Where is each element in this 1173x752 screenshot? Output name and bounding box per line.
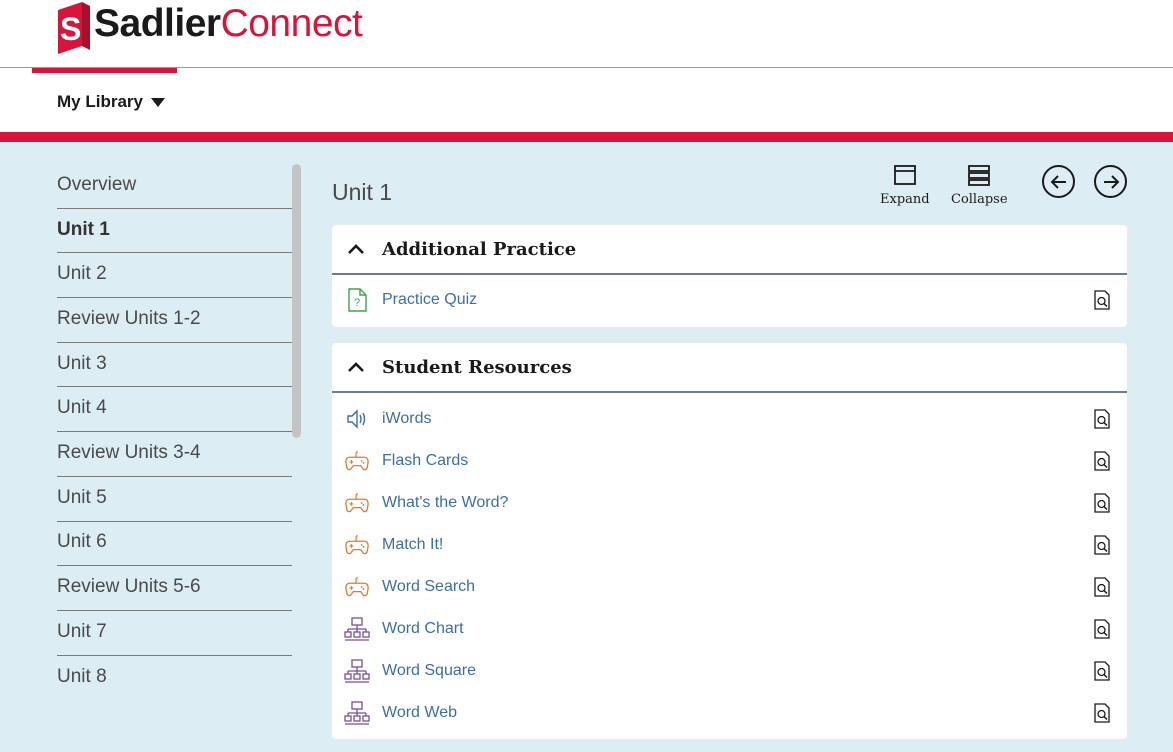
sidebar-item-unit-6[interactable]: Unit 6 bbox=[57, 522, 292, 567]
previous-unit-button[interactable] bbox=[1042, 165, 1075, 198]
sidebar-item-unit-8[interactable]: Unit 8 bbox=[57, 656, 292, 701]
preview-icon[interactable] bbox=[1093, 493, 1111, 513]
preview-icon[interactable] bbox=[1093, 619, 1111, 639]
panel-student-resources: Student Resources iWords Flash Cards Wha… bbox=[332, 343, 1127, 739]
caret-down-icon bbox=[150, 97, 165, 107]
resource-link[interactable]: Word Square bbox=[382, 662, 476, 680]
sidebar-item-overview[interactable]: Overview bbox=[57, 164, 292, 209]
game-controller-icon bbox=[344, 532, 370, 558]
resource-link[interactable]: What's the Word? bbox=[382, 494, 508, 512]
game-controller-icon bbox=[344, 448, 370, 474]
sidebar-item-label: Unit 2 bbox=[57, 263, 107, 285]
org-chart-icon bbox=[344, 658, 370, 684]
preview-icon[interactable] bbox=[1093, 290, 1111, 310]
logo-connect-text: Connect bbox=[220, 2, 363, 45]
chevron-up-icon bbox=[347, 361, 365, 373]
nav-active-indicator bbox=[32, 68, 177, 73]
resource-row: Word Square bbox=[332, 650, 1127, 692]
nav-divider bbox=[0, 132, 1173, 142]
page-title: Unit 1 bbox=[332, 179, 393, 205]
preview-icon[interactable] bbox=[1093, 703, 1111, 723]
resource-row: Word Web bbox=[332, 692, 1127, 734]
sidebar-item-label: Unit 5 bbox=[57, 486, 107, 508]
sidebar-item-label: Unit 4 bbox=[57, 397, 107, 419]
sidebar-item-label: Review Units 1-2 bbox=[57, 307, 201, 329]
sadlier-connect-logo[interactable]: S SadlierConnect bbox=[56, 0, 363, 56]
unit-main: Unit 1 Expand Collapse Additional Practi… bbox=[332, 142, 1127, 752]
resource-link[interactable]: Word Search bbox=[382, 578, 475, 596]
sidebar-item-unit-5[interactable]: Unit 5 bbox=[57, 477, 292, 522]
sadlier-logo-mark-icon: S bbox=[56, 0, 92, 56]
resource-link[interactable]: Match It! bbox=[382, 536, 443, 554]
resource-row: Word Chart bbox=[332, 608, 1127, 650]
svg-text:?: ? bbox=[354, 297, 360, 309]
panel-title: Student Resources bbox=[382, 356, 572, 378]
expand-button[interactable]: Expand bbox=[880, 164, 930, 207]
preview-icon[interactable] bbox=[1093, 409, 1111, 429]
main-nav: My Library bbox=[0, 68, 1173, 132]
preview-icon[interactable] bbox=[1093, 451, 1111, 471]
resource-row: iWords bbox=[332, 398, 1127, 440]
preview-icon[interactable] bbox=[1093, 661, 1111, 681]
game-controller-icon bbox=[344, 574, 370, 600]
arrow-left-icon bbox=[1050, 174, 1066, 189]
org-chart-icon bbox=[344, 616, 370, 642]
sidebar-item-unit-1[interactable]: Unit 1 bbox=[57, 209, 292, 254]
panel-title: Additional Practice bbox=[382, 238, 577, 260]
site-header: S SadlierConnect bbox=[0, 0, 1173, 68]
sidebar-item-label: Review Units 5-6 bbox=[57, 576, 201, 598]
audio-icon bbox=[344, 406, 370, 432]
next-unit-button[interactable] bbox=[1094, 165, 1127, 198]
my-library-label: My Library bbox=[57, 92, 143, 111]
preview-icon[interactable] bbox=[1093, 577, 1111, 597]
logo-wordmark: SadlierConnect bbox=[94, 2, 363, 46]
resource-link[interactable]: Word Chart bbox=[382, 620, 464, 638]
sidebar-item-review-units-1-2[interactable]: Review Units 1-2 bbox=[57, 298, 292, 343]
content-area: Overview Unit 1 Unit 2 Review Units 1-2 … bbox=[0, 142, 1173, 752]
sidebar-item-label: Unit 1 bbox=[57, 218, 110, 240]
collapse-button[interactable]: Collapse bbox=[951, 164, 1008, 207]
game-controller-icon bbox=[344, 490, 370, 516]
sidebar-item-unit-4[interactable]: Unit 4 bbox=[57, 387, 292, 433]
sidebar-item-label: Unit 6 bbox=[57, 531, 107, 553]
sidebar-item-label: Unit 8 bbox=[57, 665, 107, 687]
sidebar-item-review-units-3-4[interactable]: Review Units 3-4 bbox=[57, 432, 292, 477]
sidebar-item-label: Overview bbox=[57, 173, 137, 195]
collapse-icon bbox=[968, 165, 991, 186]
resource-row: What's the Word? bbox=[332, 482, 1127, 524]
resource-list: iWords Flash Cards What's the Word? Matc… bbox=[332, 393, 1127, 734]
panel-header[interactable]: Student Resources bbox=[332, 343, 1127, 393]
resource-row: Match It! bbox=[332, 524, 1127, 566]
logo-sadlier-text: Sadlier bbox=[94, 2, 221, 45]
sidebar-scrollbar[interactable] bbox=[292, 164, 301, 438]
resource-link[interactable]: Practice Quiz bbox=[382, 291, 477, 309]
resource-link[interactable]: iWords bbox=[382, 410, 432, 428]
quiz-icon: ? bbox=[344, 287, 370, 313]
preview-icon[interactable] bbox=[1093, 535, 1111, 555]
my-library-menu[interactable]: My Library bbox=[57, 92, 165, 112]
svg-text:S: S bbox=[60, 11, 81, 47]
sidebar-item-label: Review Units 3-4 bbox=[57, 441, 201, 463]
org-chart-icon bbox=[344, 700, 370, 726]
arrow-right-icon bbox=[1103, 174, 1119, 189]
resource-link[interactable]: Word Web bbox=[382, 704, 457, 722]
unit-sidebar: Overview Unit 1 Unit 2 Review Units 1-2 … bbox=[57, 164, 292, 700]
resource-link[interactable]: Flash Cards bbox=[382, 452, 468, 470]
expand-label: Expand bbox=[880, 192, 930, 207]
resource-row: ? Practice Quiz bbox=[332, 275, 1127, 325]
sidebar-item-unit-2[interactable]: Unit 2 bbox=[57, 253, 292, 299]
panel-header[interactable]: Additional Practice bbox=[332, 225, 1127, 275]
sidebar-item-unit-3[interactable]: Unit 3 bbox=[57, 343, 292, 388]
resource-row: Flash Cards bbox=[332, 440, 1127, 482]
sidebar-item-label: Unit 3 bbox=[57, 352, 107, 374]
expand-icon bbox=[893, 165, 916, 185]
panel-additional-practice: Additional Practice ? Practice Quiz bbox=[332, 225, 1127, 327]
chevron-up-icon bbox=[347, 243, 365, 255]
sidebar-item-unit-7[interactable]: Unit 7 bbox=[57, 611, 292, 656]
collapse-label: Collapse bbox=[951, 192, 1008, 207]
sidebar-item-label: Unit 7 bbox=[57, 620, 107, 642]
resource-row: Word Search bbox=[332, 566, 1127, 608]
sidebar-item-review-units-5-6[interactable]: Review Units 5-6 bbox=[57, 566, 292, 611]
